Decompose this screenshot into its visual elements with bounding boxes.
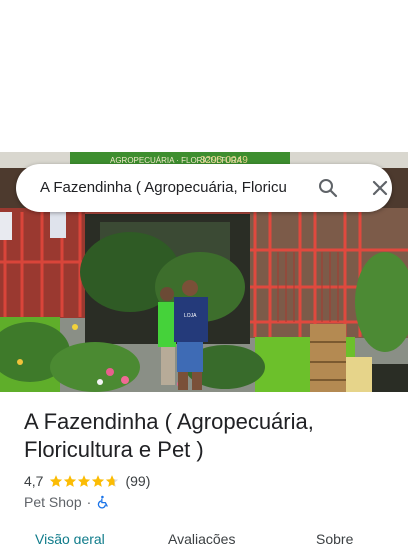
reviews-count: (99) <box>125 473 151 489</box>
place-category: Pet Shop <box>24 494 82 510</box>
star-icon <box>92 475 105 487</box>
place-title: A Fazendinha ( Agropecuária, Floricultur… <box>24 409 314 462</box>
search-input[interactable]: A Fazendinha ( Agropecuária, Floricu <box>40 164 302 212</box>
map-blank-area <box>0 0 408 152</box>
star-icon <box>64 475 77 487</box>
star-half-icon <box>106 475 119 487</box>
rating-row[interactable]: 4,7 (99) <box>24 472 150 490</box>
separator-dot: · <box>86 494 92 510</box>
star-icon <box>50 475 63 487</box>
category-row: Pet Shop · <box>24 493 110 511</box>
place-tabs: Visão geral Avaliações Sobre <box>0 529 408 544</box>
place-info-panel: A Fazendinha ( Agropecuária, Floricultur… <box>0 392 408 544</box>
tab-about[interactable]: Sobre <box>316 531 353 544</box>
shirt-text: LOJA <box>184 313 197 319</box>
rating-value: 4,7 <box>24 473 44 489</box>
search-icon[interactable] <box>316 176 340 200</box>
close-icon[interactable] <box>368 176 392 200</box>
star-icon <box>78 475 91 487</box>
search-bar[interactable]: A Fazendinha ( Agropecuária, Floricu <box>16 164 392 212</box>
wheelchair-icon <box>98 495 109 509</box>
rating-stars <box>49 474 119 488</box>
tab-reviews[interactable]: Avaliações <box>168 531 235 544</box>
tab-overview[interactable]: Visão geral <box>35 531 105 544</box>
